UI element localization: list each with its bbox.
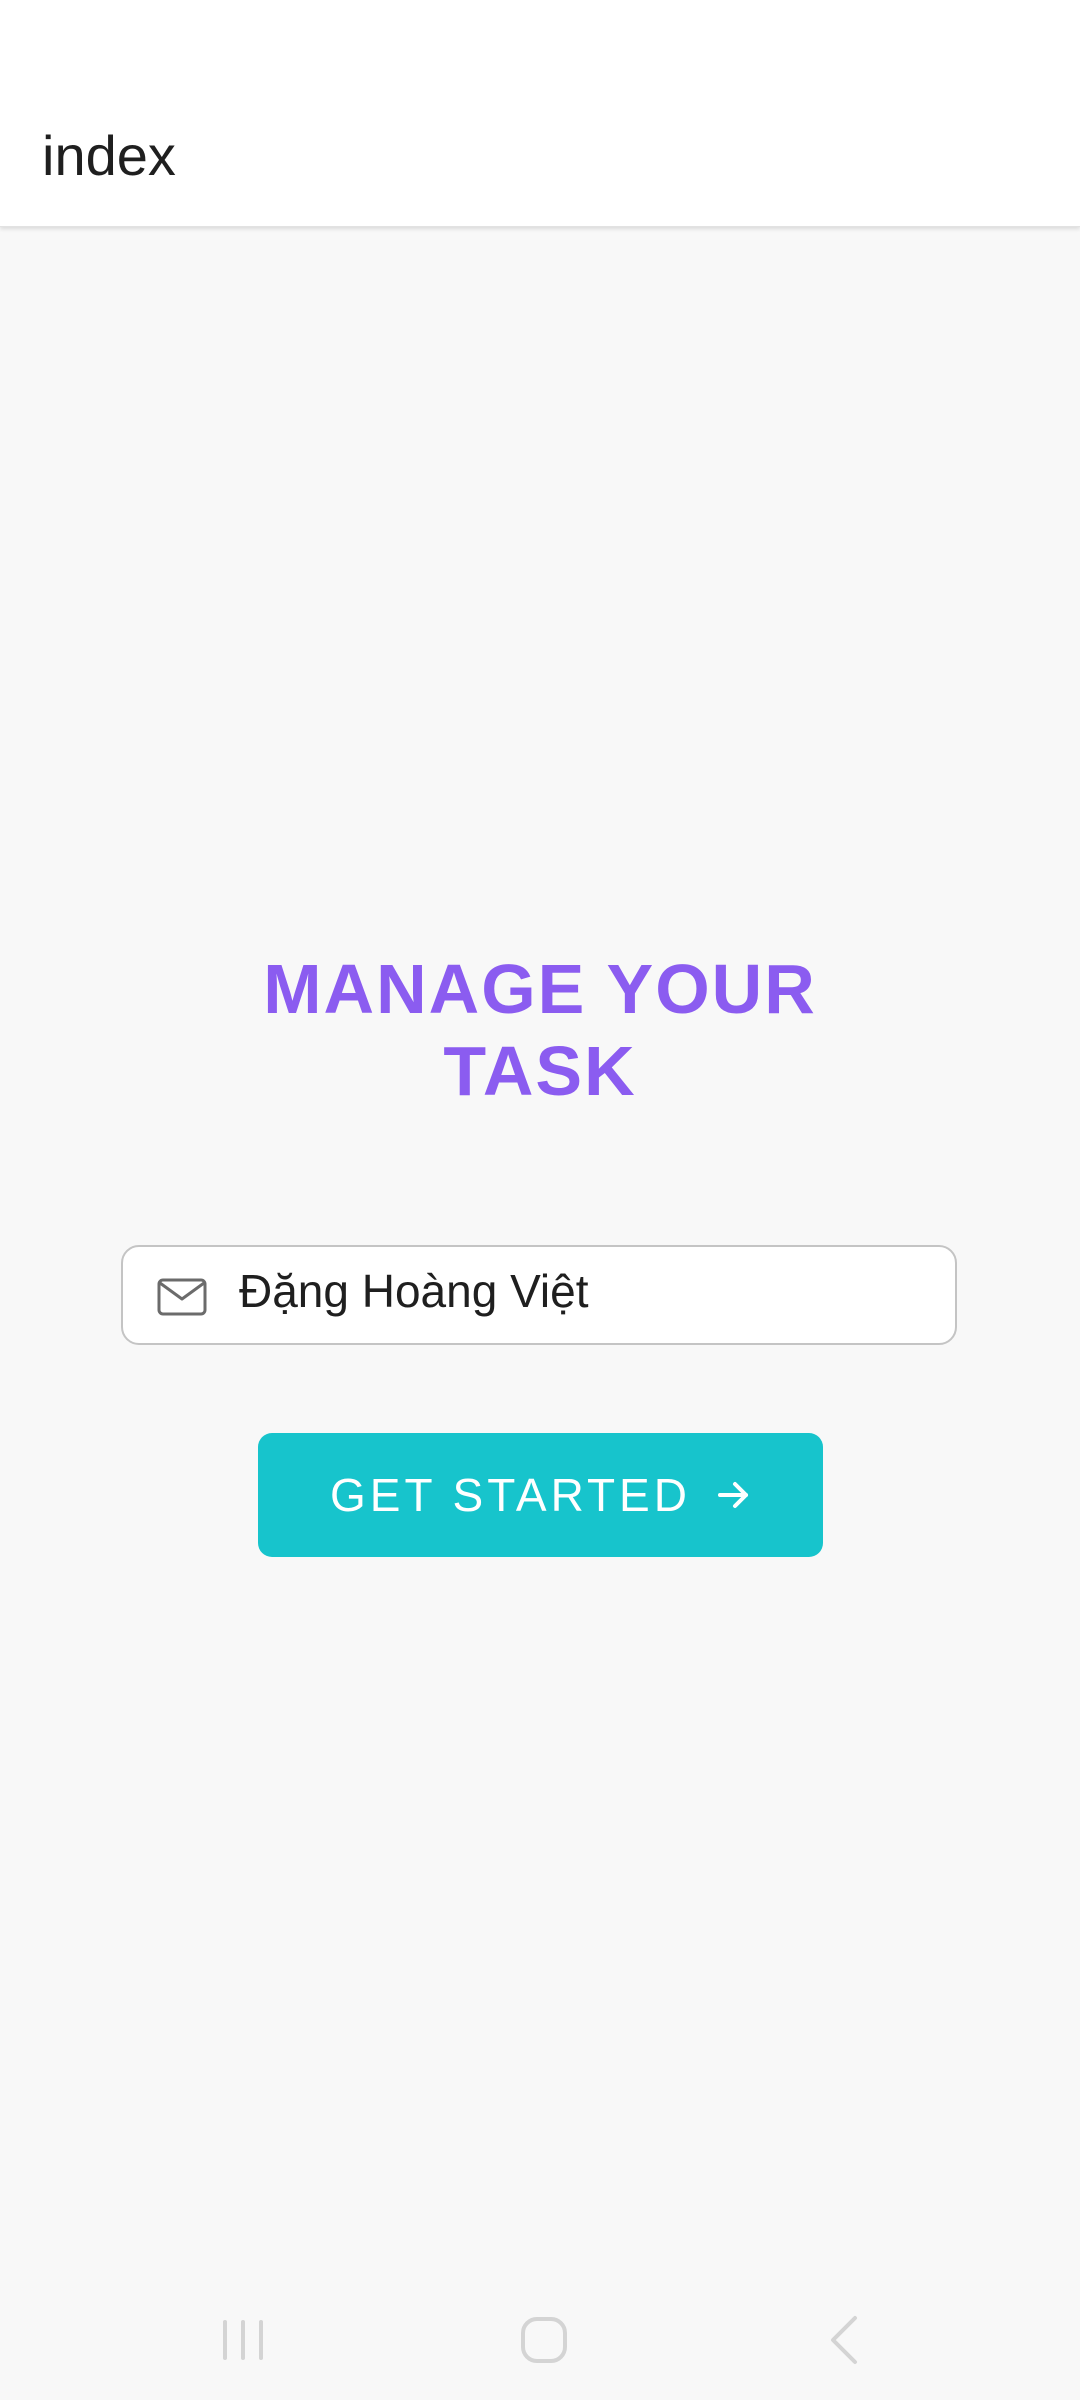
headline-line-2: TASK — [443, 1032, 637, 1110]
page-headline: MANAGE YOUR TASK — [0, 948, 1080, 1112]
app-title: index — [42, 124, 176, 187]
arrow-right-icon — [717, 1482, 748, 1508]
mail-icon — [157, 1278, 207, 1316]
get-started-label: GET STARTED — [330, 1469, 691, 1521]
screen: index MANAGE YOUR TASK Đặng Hoàng Việt G… — [0, 0, 1080, 2400]
back-icon[interactable] — [815, 2310, 875, 2370]
recent-apps-icon[interactable] — [213, 2310, 273, 2370]
name-input[interactable]: Đặng Hoàng Việt — [121, 1245, 957, 1345]
headline-line-1: MANAGE YOUR — [263, 950, 817, 1028]
app-bar: index — [0, 0, 1080, 227]
name-input-value: Đặng Hoàng Việt — [239, 1265, 589, 1317]
home-icon[interactable] — [514, 2310, 574, 2370]
system-nav-bar — [0, 2280, 1080, 2400]
get-started-button[interactable]: GET STARTED — [258, 1433, 823, 1557]
